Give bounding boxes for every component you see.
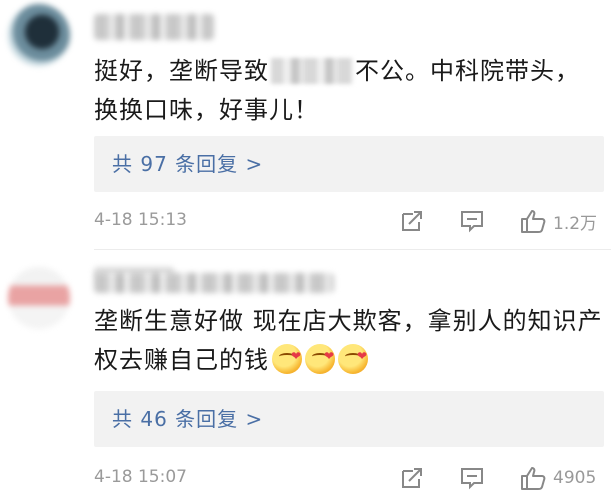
like-count: 4905 (553, 468, 597, 488)
comment-text-part: 挺好，垄断导致 (94, 57, 269, 85)
timestamp: 4-18 15:13 (94, 210, 187, 230)
thumbs-up-icon (519, 465, 547, 491)
share-icon[interactable] (399, 465, 425, 491)
like-count: 1.2万 (553, 213, 598, 234)
comment-icon[interactable] (459, 465, 485, 491)
comment-text: 挺好，垄断导致 不公。中科院带头，换换口味，好事儿！ (94, 52, 604, 130)
like-button[interactable]: 1.2万 (519, 208, 597, 234)
share-icon[interactable] (399, 208, 425, 234)
censored-mosaic (271, 58, 353, 84)
comment-meta: 4-18 15:13 1.2万 (94, 206, 604, 236)
divider (94, 249, 611, 250)
view-replies-button[interactable]: 共 97 条回复 > (94, 136, 604, 192)
username-blurred[interactable] (94, 14, 214, 40)
emoji-icon (272, 337, 302, 376)
comment-text: 垄断生意好做 现在店大欺客，拿别人的知识产权去赚自己的钱 (94, 302, 604, 380)
view-replies-button[interactable]: 共 46 条回复 > (94, 391, 604, 447)
comment-2: 垄断生意好做 现在店大欺客，拿别人的知识产权去赚自己的钱 共 46 条回复 > … (0, 253, 611, 497)
comment-meta: 4-18 15:07 4905 (94, 463, 604, 493)
comment-icon[interactable] (459, 208, 485, 234)
username-blurred[interactable] (94, 273, 334, 293)
thumbs-up-icon (519, 208, 547, 234)
emoji-icon (338, 337, 368, 376)
comment-1: 挺好，垄断导致 不公。中科院带头，换换口味，好事儿！ 共 97 条回复 > 4-1… (0, 0, 611, 247)
timestamp: 4-18 15:07 (94, 467, 187, 487)
like-button[interactable]: 4905 (519, 465, 596, 491)
emoji-icon (305, 337, 335, 376)
avatar[interactable] (8, 4, 70, 66)
avatar[interactable] (8, 267, 70, 329)
